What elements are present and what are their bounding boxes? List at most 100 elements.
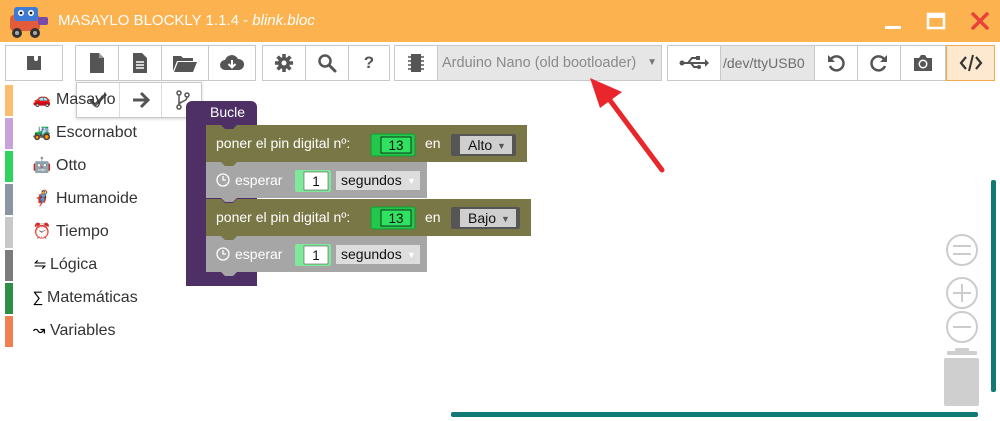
camera-icon (914, 55, 932, 71)
reset-zoom-icon[interactable] (946, 234, 978, 266)
block-label: esperar (235, 172, 283, 188)
title-bar: MASAYLO BLOCKLY 1.1.4 - blink.bloc (0, 0, 1000, 42)
document-icon (133, 53, 147, 73)
delay-value: 1 (312, 248, 320, 263)
port-select[interactable]: /dev/ttyUSB0 (667, 45, 815, 81)
close-icon[interactable] (967, 8, 993, 34)
pin-number-value: 13 (388, 138, 403, 153)
document-button[interactable] (118, 45, 162, 81)
category-color-bar (5, 316, 13, 347)
category-color-bar (5, 250, 13, 281)
redo-button[interactable] (857, 45, 901, 81)
board-select-value[interactable]: Arduino Nano (old bootloader) ▼ (437, 46, 661, 80)
open-folder-button[interactable] (161, 45, 209, 81)
cloud-download-icon (220, 55, 245, 70)
superhero-icon: 🦸 (32, 190, 52, 207)
digital-write-block[interactable]: poner el pin digital nº: 13 en Bajo ▼ (206, 199, 531, 240)
category-label: Matemáticas (47, 289, 138, 306)
chevron-down-icon: ▼ (497, 141, 506, 151)
screenshot-button[interactable] (900, 45, 946, 81)
connector-label: en (425, 209, 441, 225)
unit-value: segundos (341, 172, 402, 188)
undo-icon (828, 55, 845, 72)
horizontal-scrollbar[interactable] (451, 412, 978, 417)
car-icon: 🚗 (32, 91, 52, 108)
category-label: Humanoide (56, 190, 138, 207)
chevron-down-icon: ▼ (501, 214, 510, 224)
category-variables[interactable]: ↝ Variables (0, 315, 185, 347)
save-cloud-button[interactable] (208, 45, 256, 81)
state-value: Bajo (468, 210, 496, 226)
alarm-clock-icon: ⏰ (32, 223, 52, 240)
vertical-scrollbar[interactable] (991, 180, 996, 392)
window-title: MASAYLO BLOCKLY 1.1.4 - blink.bloc (58, 12, 315, 29)
undo-button[interactable] (814, 45, 858, 81)
category-escornabot[interactable]: 🚜 Escornabot (0, 117, 185, 149)
board-select[interactable]: Arduino Nano (old bootloader) ▼ (394, 45, 662, 81)
board-name: Arduino Nano (old bootloader) (442, 55, 637, 71)
zoom-in-icon[interactable] (946, 277, 978, 309)
unit-value: segundos (341, 246, 402, 262)
redo-icon (870, 55, 887, 72)
search-button[interactable] (305, 45, 349, 81)
category-label: Escornabot (56, 124, 137, 141)
category-label: Lógica (50, 256, 98, 273)
digital-write-block[interactable]: poner el pin digital nº: 13 en Alto ▼ (206, 125, 527, 166)
open-folder-icon (173, 56, 197, 72)
category-color-bar (5, 85, 13, 116)
file-name: blink.bloc (252, 12, 315, 29)
category-color-bar (5, 217, 13, 248)
chevron-down-icon: ▼ (407, 176, 416, 186)
puzzle-icon (27, 56, 41, 70)
usb-icon (668, 46, 720, 80)
tractor-icon: 🚜 (32, 124, 52, 141)
gear-icon (275, 54, 293, 72)
category-masaylo[interactable]: 🚗 Masaylo (0, 84, 185, 116)
new-file-button[interactable] (75, 45, 119, 81)
new-file-icon (90, 53, 104, 73)
trash-icon[interactable] (944, 348, 979, 406)
wait-block[interactable]: esperar 1 segundos ▼ (206, 162, 427, 202)
block-label: esperar (235, 246, 283, 262)
maximize-icon[interactable] (923, 8, 949, 34)
variable-arrow-icon: ↝ (32, 322, 46, 339)
category-otto[interactable]: 🤖 Otto (0, 150, 185, 182)
help-button[interactable]: ? (348, 45, 390, 81)
sigma-icon: ∑ (32, 289, 44, 306)
block-label: poner el pin digital nº: (216, 209, 350, 225)
code-icon (959, 54, 982, 72)
chevron-down-icon: ▼ (647, 57, 657, 68)
category-color-bar (5, 184, 13, 215)
robot-icon: 🤖 (32, 157, 52, 174)
category-tiempo[interactable]: ⏰ Tiempo (0, 216, 185, 248)
category-color-bar (5, 283, 13, 314)
category-color-bar (5, 118, 13, 149)
zoom-out-icon[interactable] (946, 311, 978, 343)
port-value[interactable]: /dev/ttyUSB0 (720, 46, 814, 80)
logic-arrows-icon: ⇋ (33, 256, 47, 273)
chip-icon (395, 46, 437, 80)
app-title: MASAYLO BLOCKLY 1.1.4 - (58, 12, 253, 29)
category-label: Otto (56, 157, 87, 174)
block-label: poner el pin digital nº: (216, 135, 350, 151)
category-label: Masaylo (56, 91, 116, 108)
category-matematicas[interactable]: ∑ Matemáticas (0, 282, 185, 314)
category-color-bar (5, 151, 13, 182)
category-logica[interactable]: ⇋ Lógica (0, 249, 185, 281)
blocks-button[interactable] (5, 45, 63, 81)
code-view-button[interactable] (946, 45, 995, 81)
robot-logo-icon (10, 7, 48, 38)
wait-block[interactable]: esperar 1 segundos ▼ (206, 236, 427, 276)
delay-value: 1 (312, 174, 320, 189)
chevron-down-icon: ▼ (407, 250, 416, 260)
pin-number-value: 13 (388, 211, 403, 226)
help-icon: ? (363, 53, 375, 72)
category-humanoide[interactable]: 🦸 Humanoide (0, 183, 185, 215)
category-label: Tiempo (56, 223, 109, 240)
settings-button[interactable] (262, 45, 306, 81)
minimize-icon[interactable] (880, 8, 906, 34)
loop-block-label: Bucle (210, 104, 245, 120)
search-icon (318, 54, 337, 73)
annotation-arrow-icon (590, 78, 665, 173)
state-value: Alto (468, 137, 492, 153)
